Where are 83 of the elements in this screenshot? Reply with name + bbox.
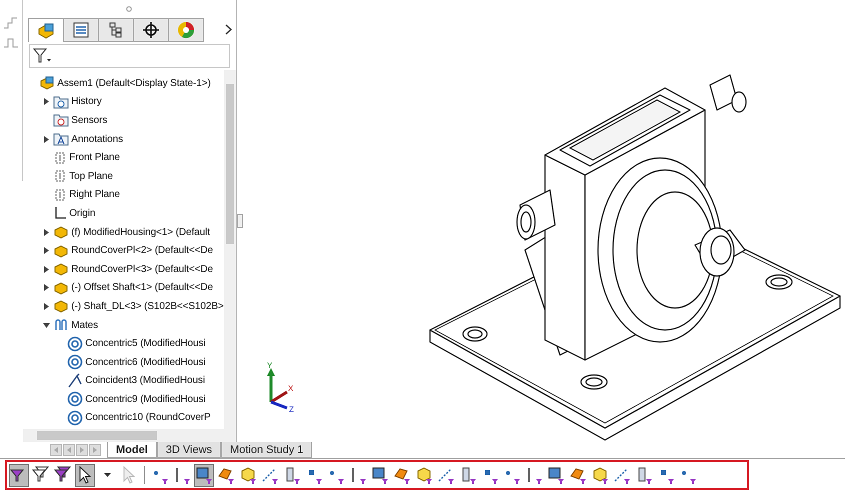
- list-icon: [73, 22, 90, 38]
- part-icon: [37, 22, 56, 38]
- filter-icon: [32, 466, 50, 484]
- origin-icon: [53, 206, 68, 220]
- panel-tab[interactable]: [63, 18, 100, 42]
- horizontal-scrollbar[interactable]: [23, 429, 236, 442]
- vertical-scrollbar[interactable]: [224, 70, 236, 429]
- crosshair-icon: [143, 22, 160, 38]
- history-folder-icon: [53, 94, 70, 109]
- tree-item[interactable]: Concentric6 (ModifiedHousi: [85, 356, 206, 368]
- expand-arrow-icon[interactable]: [42, 322, 50, 329]
- tree-item[interactable]: Assem1 (Default<Display State-1>): [57, 78, 211, 89]
- tree-item[interactable]: Sensors: [71, 114, 108, 126]
- steps-icon[interactable]: [3, 16, 20, 30]
- toolbar-button[interactable]: [9, 464, 29, 486]
- tree-icon: [108, 22, 124, 38]
- sensor-folder-icon: [53, 113, 70, 128]
- expand-arrow-icon[interactable]: [42, 98, 50, 106]
- expand-arrow-icon[interactable]: [42, 247, 50, 254]
- expand-arrow-icon[interactable]: [42, 228, 50, 236]
- axis-triad-drawing: Y X Z: [263, 362, 299, 412]
- tree-item[interactable]: Concentric10 (RoundCoverP: [85, 412, 211, 424]
- selection-filter-icon: [371, 466, 389, 484]
- selection-filter-icon: [393, 466, 411, 484]
- tree-item[interactable]: Concentric5 (ModifiedHousi: [85, 338, 206, 350]
- panel-tab[interactable]: [98, 18, 134, 42]
- view-tab[interactable]: Motion Study 1: [221, 442, 312, 458]
- part-icon: [53, 225, 70, 240]
- view-tab[interactable]: Model: [107, 442, 157, 458]
- tree-item[interactable]: (f) ModifiedHousing<1> (Default: [71, 226, 210, 238]
- selection-filter-icon: [569, 466, 587, 484]
- plane-icon: [53, 169, 68, 184]
- tree-item[interactable]: Right Plane: [69, 189, 120, 200]
- annotation-folder-icon: [53, 132, 70, 146]
- tree-item[interactable]: RoundCoverPl<2> (Default<<De: [71, 245, 213, 256]
- expand-arrow-icon[interactable]: [42, 136, 50, 143]
- concentric-icon: [67, 410, 84, 426]
- filter-icon[interactable]: [33, 48, 54, 64]
- concentric-icon: [67, 354, 84, 370]
- filter-icon: [54, 466, 72, 484]
- part-icon: [53, 244, 70, 258]
- selection-filter-icon: [415, 466, 433, 484]
- coincident-icon: [67, 372, 84, 389]
- tree-item[interactable]: Front Plane: [69, 152, 120, 164]
- part-icon: [39, 76, 56, 90]
- toolbar-button[interactable]: [194, 464, 214, 486]
- part-icon: [53, 280, 70, 295]
- tree-item[interactable]: Coincident3 (ModifiedHousi: [85, 375, 205, 386]
- concentric-icon: [67, 336, 84, 352]
- selection-filter-icon: [239, 466, 257, 484]
- pointer-icon: [78, 466, 92, 484]
- expand-arrow-icon[interactable]: [42, 266, 50, 273]
- selection-filter-icon: [195, 466, 213, 484]
- toolbar-button[interactable]: [75, 464, 95, 486]
- expand-arrow-icon[interactable]: [42, 284, 50, 292]
- selection-filter-icon: [217, 466, 235, 484]
- selection-filter-icon: [591, 466, 609, 484]
- tree-item[interactable]: Top Plane: [69, 170, 113, 182]
- tree-item[interactable]: Annotations: [71, 134, 123, 145]
- plane-icon: [53, 150, 68, 165]
- tree-item[interactable]: History: [71, 96, 102, 108]
- tree-item[interactable]: Concentric9 (ModifiedHousi: [85, 394, 206, 405]
- appearance-icon: [177, 21, 196, 39]
- part-icon: [53, 262, 70, 276]
- expand-arrow-icon[interactable]: [42, 302, 50, 310]
- panel-tab[interactable]: [28, 18, 64, 42]
- pointer-icon: [122, 466, 136, 484]
- collapse-handle-icon[interactable]: [236, 214, 243, 228]
- panel-tab[interactable]: [133, 18, 170, 42]
- caret-icon: [104, 472, 110, 478]
- mates-icon: [53, 318, 70, 332]
- tree-item[interactable]: Origin: [69, 208, 96, 219]
- pulse-icon[interactable]: [3, 38, 20, 48]
- concentric-icon: [67, 391, 84, 408]
- grip-icon[interactable]: [126, 6, 132, 12]
- selection-filter-icon: [547, 466, 565, 484]
- plane-icon: [53, 188, 68, 202]
- view-tab[interactable]: 3D Views: [156, 442, 222, 458]
- tree-item[interactable]: RoundCoverPl<3> (Default<<De: [71, 264, 213, 275]
- tree-item[interactable]: (-) Offset Shaft<1> (Default<<De: [71, 282, 213, 294]
- tree-item[interactable]: Mates: [71, 320, 98, 331]
- part-icon: [53, 299, 70, 314]
- tree-item[interactable]: (-) Shaft_DL<3> (S102B<<S102B>: [71, 300, 224, 312]
